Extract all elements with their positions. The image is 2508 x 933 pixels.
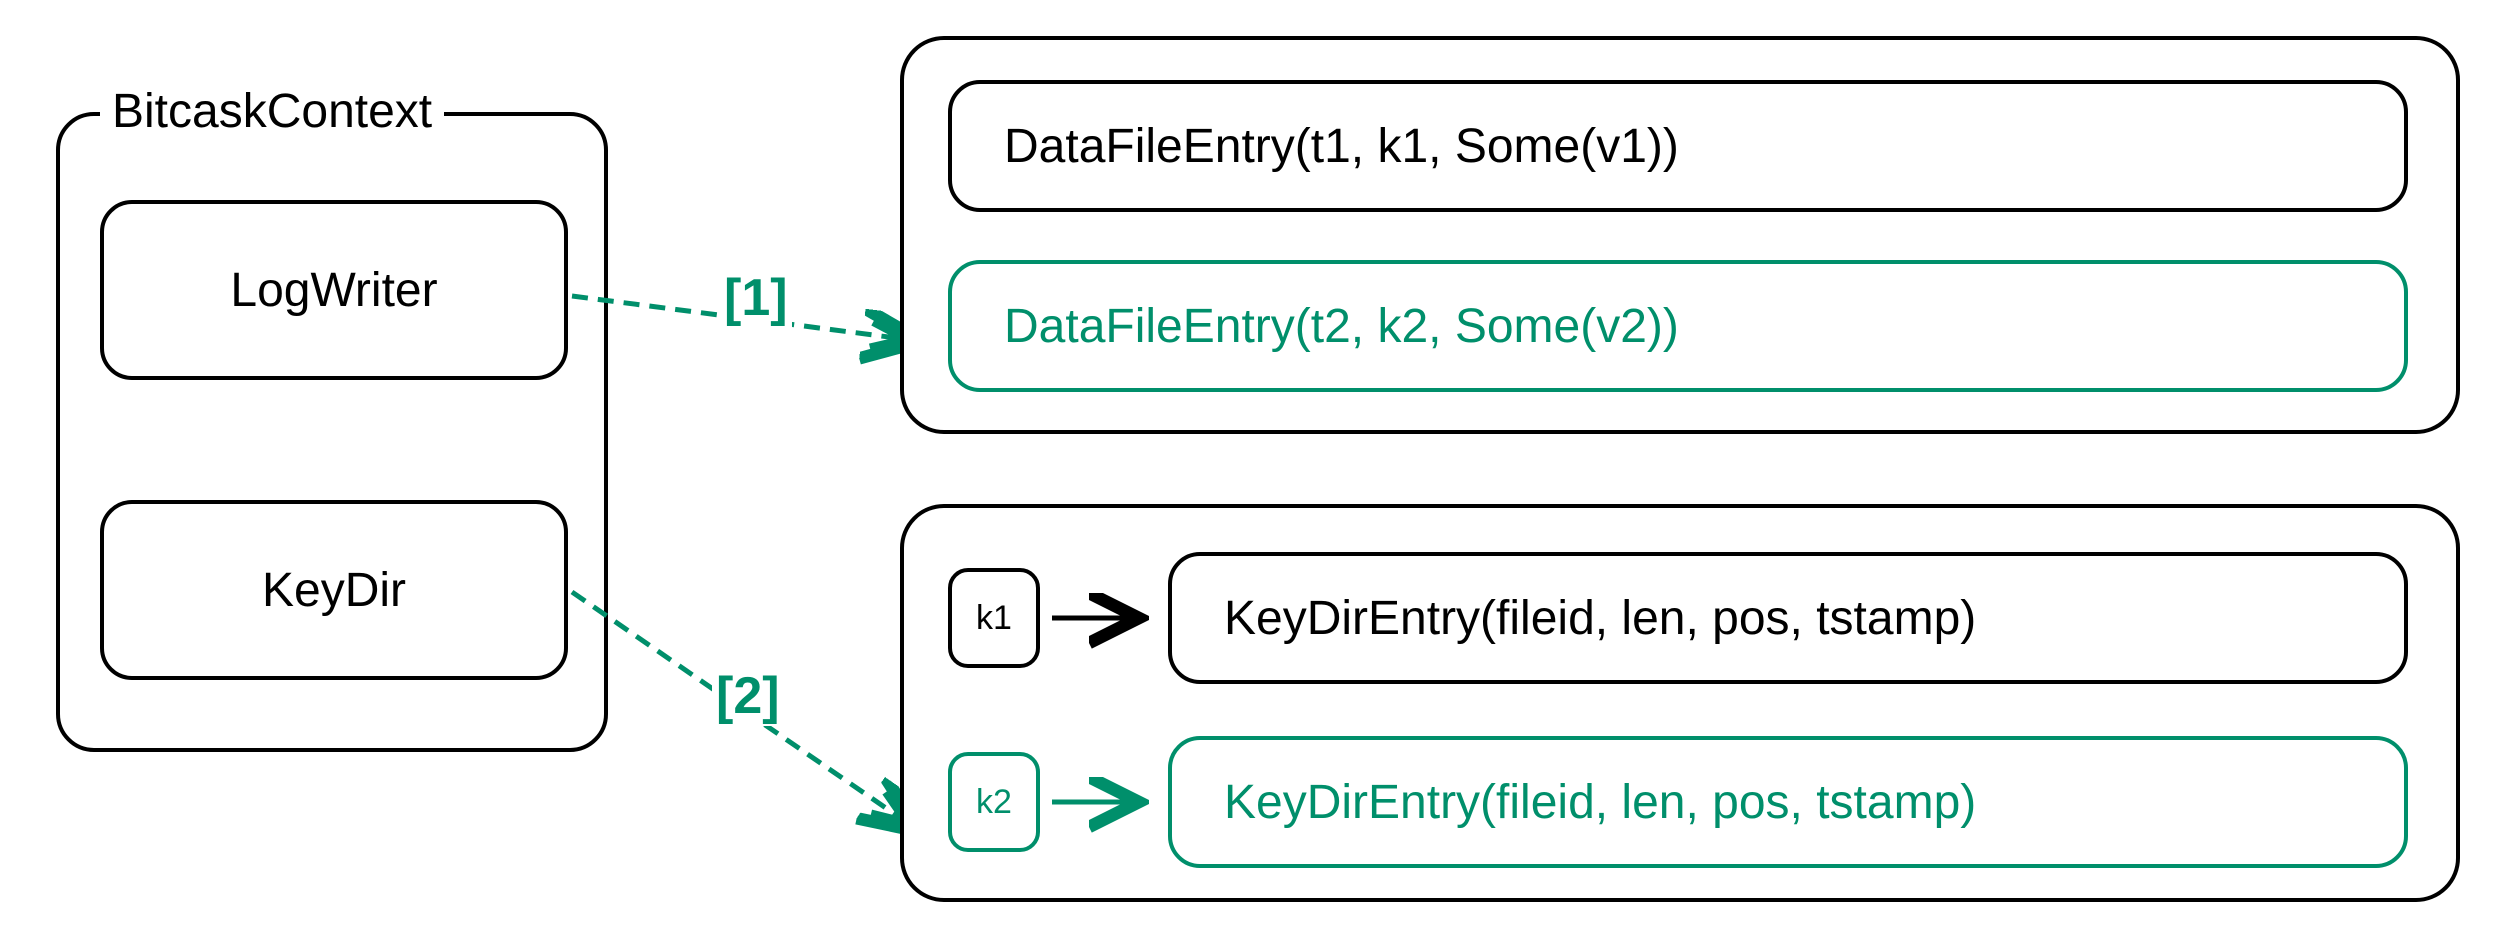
key-label-k1-text: k1 bbox=[976, 599, 1012, 638]
logwriter-box: LogWriter bbox=[100, 200, 568, 380]
keydir-box: KeyDir bbox=[100, 500, 568, 680]
datafile-entry-2-text: DataFileEntry(t2, k2, Some(v2)) bbox=[984, 291, 1699, 362]
keydir-entry-2: KeyDirEntry(fileid, len, pos, tstamp) bbox=[1168, 736, 2408, 868]
keydir-entry-2-text: KeyDirEntry(fileid, len, pos, tstamp) bbox=[1204, 767, 1996, 838]
logwriter-label: LogWriter bbox=[210, 255, 457, 326]
keydir-label: KeyDir bbox=[242, 555, 426, 626]
datafile-entry-2: DataFileEntry(t2, k2, Some(v2)) bbox=[948, 260, 2408, 392]
keydir-entry-1-text: KeyDirEntry(fileid, len, pos, tstamp) bbox=[1204, 583, 1996, 654]
arrow-k2 bbox=[1052, 784, 1150, 824]
arrow-k1 bbox=[1052, 600, 1150, 640]
key-label-k1: k1 bbox=[948, 568, 1040, 668]
bitcask-context-title: BitcaskContext bbox=[100, 84, 444, 139]
arrow-1-label: [1] bbox=[720, 268, 792, 328]
arrow-2-label: [2] bbox=[712, 666, 784, 726]
datafile-entry-1: DataFileEntry(t1, k1, Some(v1)) bbox=[948, 80, 2408, 212]
keydir-entry-1: KeyDirEntry(fileid, len, pos, tstamp) bbox=[1168, 552, 2408, 684]
key-label-k2: k2 bbox=[948, 752, 1040, 852]
datafile-entry-1-text: DataFileEntry(t1, k1, Some(v1)) bbox=[984, 111, 1699, 182]
key-label-k2-text: k2 bbox=[976, 783, 1012, 822]
